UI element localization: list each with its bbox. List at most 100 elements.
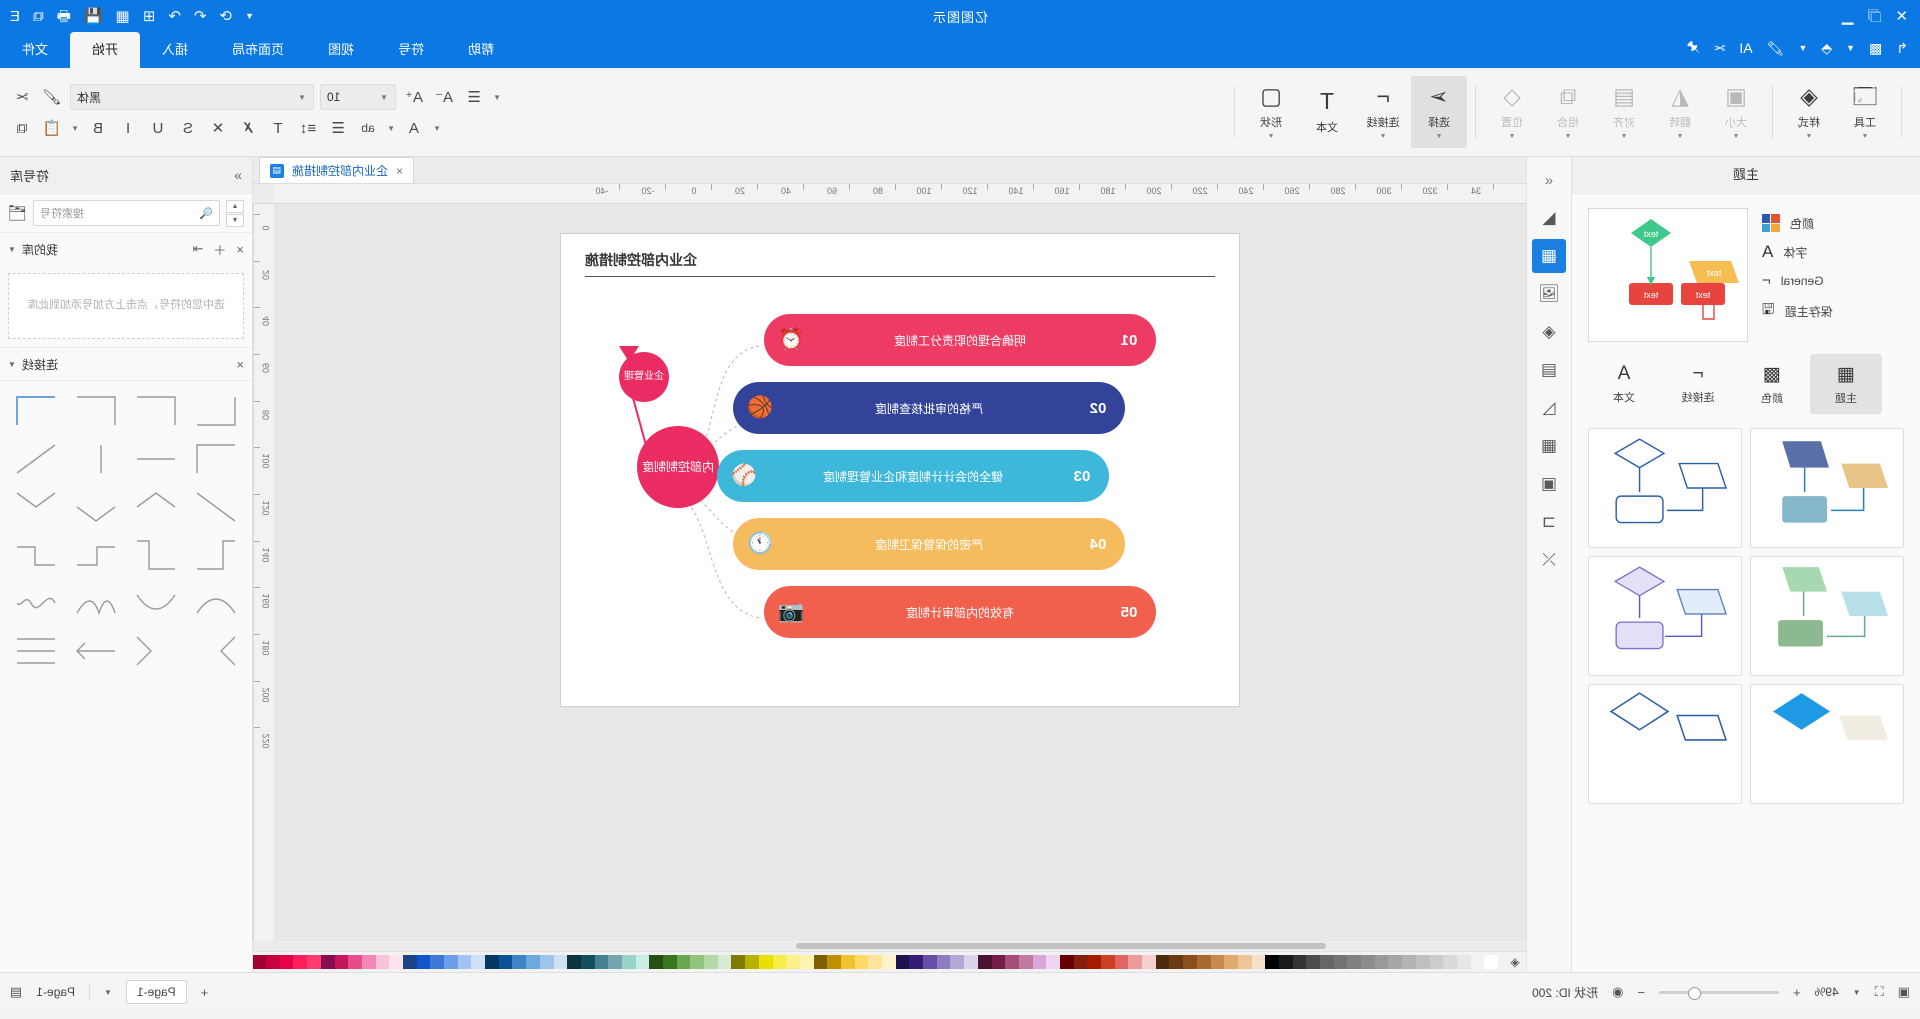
minimize-icon[interactable]: ▁	[1842, 8, 1854, 25]
chevron-down-icon[interactable]: ▼	[104, 988, 112, 997]
color-swatch[interactable]	[1484, 955, 1498, 969]
close-icon[interactable]: ✕	[1895, 8, 1908, 25]
bullet-list-icon[interactable]: ☰	[326, 116, 350, 140]
play-icon[interactable]: ◉	[1612, 984, 1623, 1000]
color-swatch[interactable]	[1443, 955, 1457, 969]
theme-card[interactable]	[1588, 684, 1742, 804]
color-swatch[interactable]	[923, 955, 937, 969]
ai-badge[interactable]: AI	[1739, 40, 1752, 56]
tab-insert[interactable]: 插入	[140, 32, 210, 68]
ribbon-button-flip[interactable]: ◭ 翻转 ▼	[1652, 76, 1708, 148]
color-swatch[interactable]	[1265, 955, 1279, 969]
connector-symbol[interactable]	[188, 485, 244, 529]
color-swatch[interactable]	[279, 955, 294, 969]
color-swatch[interactable]	[690, 955, 705, 969]
presentation-icon[interactable]: ▣	[1898, 984, 1910, 1000]
color-swatch[interactable]	[430, 955, 445, 969]
color-swatch[interactable]	[772, 955, 787, 969]
connector-symbol[interactable]	[68, 485, 124, 529]
plus-icon[interactable]: ＋	[213, 240, 226, 259]
connector-symbol[interactable]	[68, 437, 124, 481]
undo-icon[interactable]: ↶	[194, 8, 207, 25]
color-swatch[interactable]	[1251, 955, 1266, 969]
strikethrough-icon[interactable]: ✕	[206, 116, 230, 140]
color-swatch[interactable]	[1224, 955, 1238, 969]
chevron-down-icon[interactable]: ▼	[386, 116, 396, 140]
color-swatch[interactable]	[1306, 955, 1321, 969]
color-swatch[interactable]	[950, 955, 965, 969]
chevron-down-icon[interactable]: ▼	[70, 116, 80, 140]
chevron-down-icon[interactable]: ▼	[8, 360, 16, 369]
line-spacing-icon[interactable]: ≡↕	[296, 116, 320, 140]
chevron-down-icon[interactable]: ▼	[1846, 43, 1855, 53]
color-swatch[interactable]	[1347, 955, 1362, 969]
layers-icon[interactable]: ◈	[1532, 315, 1566, 349]
connector-symbol[interactable]	[8, 437, 64, 481]
ribbon-button-shape[interactable]: ▢ 形状 ▼	[1243, 76, 1299, 148]
connector-symbol[interactable]	[188, 533, 244, 577]
collapse-chevron-icon[interactable]: «	[1532, 163, 1566, 197]
font-family-select[interactable]: ▼ 黑体	[70, 84, 314, 110]
page-tab[interactable]: Page-1	[125, 980, 187, 1004]
connector-symbol[interactable]	[188, 581, 244, 625]
color-swatch[interactable]	[977, 955, 992, 969]
share-icon[interactable]: ⧉	[33, 8, 44, 25]
connector-symbol[interactable]	[8, 533, 64, 577]
diagram-page[interactable]: 企业内部控制措施 内部控制制度 企业管理 01 明确合理的职责分工制度 ⏰ 02…	[561, 234, 1239, 706]
color-swatch[interactable]	[498, 955, 513, 969]
add-tab-icon[interactable]: ⊞	[143, 8, 156, 25]
document-tab[interactable]: × 企业内部控制措施 ▤	[259, 157, 415, 183]
save-stack-icon[interactable]: 🗇	[1868, 8, 1882, 25]
library-icon[interactable]: 🗂	[8, 204, 27, 222]
theme-card[interactable]	[1588, 428, 1742, 548]
chevron-down-icon[interactable]: ▼	[492, 85, 502, 109]
color-swatch[interactable]	[1114, 955, 1129, 969]
print-icon[interactable]: 🖶	[57, 8, 71, 25]
tab-home[interactable]: 开始	[70, 32, 141, 68]
color-swatch[interactable]	[526, 955, 540, 969]
color-swatch[interactable]	[649, 955, 664, 969]
search-input[interactable]: 🔍 搜索符号	[33, 200, 220, 226]
connector-symbol[interactable]	[8, 389, 64, 433]
theme-grid-icon[interactable]: ▦	[1532, 239, 1566, 273]
theme-card[interactable]	[1750, 556, 1904, 676]
color-swatch[interactable]	[1183, 955, 1197, 969]
connector-symbol[interactable]	[188, 629, 244, 673]
connector-symbol[interactable]	[128, 581, 184, 625]
connector-symbol[interactable]	[8, 629, 64, 673]
connector-symbol[interactable]	[128, 629, 184, 673]
chevron-down-icon[interactable]: ▼	[8, 245, 16, 254]
color-swatch[interactable]	[580, 955, 595, 969]
color-swatch[interactable]	[786, 955, 800, 969]
theme-card[interactable]	[1588, 556, 1742, 676]
color-swatch[interactable]	[567, 955, 581, 969]
back-arrow-icon[interactable]: ↰	[1896, 40, 1908, 57]
diagram-bar-04[interactable]: 04 严密的保管保卫制度 🕐	[733, 518, 1125, 570]
ribbon-button-size[interactable]: ▣ 大小 ▼	[1708, 76, 1764, 148]
color-swatch[interactable]	[594, 955, 609, 969]
chevron-down-icon[interactable]: ▼	[245, 11, 254, 21]
connector-symbol[interactable]	[128, 389, 184, 433]
sub-tab-text[interactable]: A 文本	[1588, 354, 1660, 414]
cut-icon[interactable]: ✂	[10, 85, 34, 109]
chevron-down-icon[interactable]: ▼	[432, 116, 442, 140]
connector-symbol[interactable]	[188, 389, 244, 433]
copy-icon[interactable]: ⧉	[10, 116, 34, 140]
color-swatch[interactable]	[389, 955, 403, 969]
cloud-sync-icon[interactable]: ⟳	[220, 8, 233, 25]
grid-apps-icon[interactable]: ▩	[1869, 40, 1882, 57]
strike-icon[interactable]: S	[176, 116, 200, 140]
color-swatch[interactable]	[471, 955, 486, 969]
theme-preview[interactable]: text text text text	[1588, 208, 1748, 342]
color-swatch[interactable]	[1402, 955, 1416, 969]
diagram-bar-03[interactable]: 03 健全的会计计制度和企业管理制度 ⚾	[717, 450, 1109, 502]
color-swatch[interactable]	[1374, 955, 1389, 969]
connector-symbol[interactable]	[68, 533, 124, 577]
connector-symbol[interactable]	[128, 533, 184, 577]
tab-symbols[interactable]: 符号	[376, 32, 446, 68]
image-icon[interactable]: 🖼	[1532, 277, 1566, 311]
color-swatch[interactable]	[676, 955, 691, 969]
color-swatch[interactable]	[1155, 955, 1170, 969]
canvas-scroller[interactable]: 企业内部控制措施 内部控制制度 企业管理 01 明确合理的职责分工制度 ⏰ 02…	[274, 204, 1526, 941]
color-swatch[interactable]	[882, 955, 896, 969]
